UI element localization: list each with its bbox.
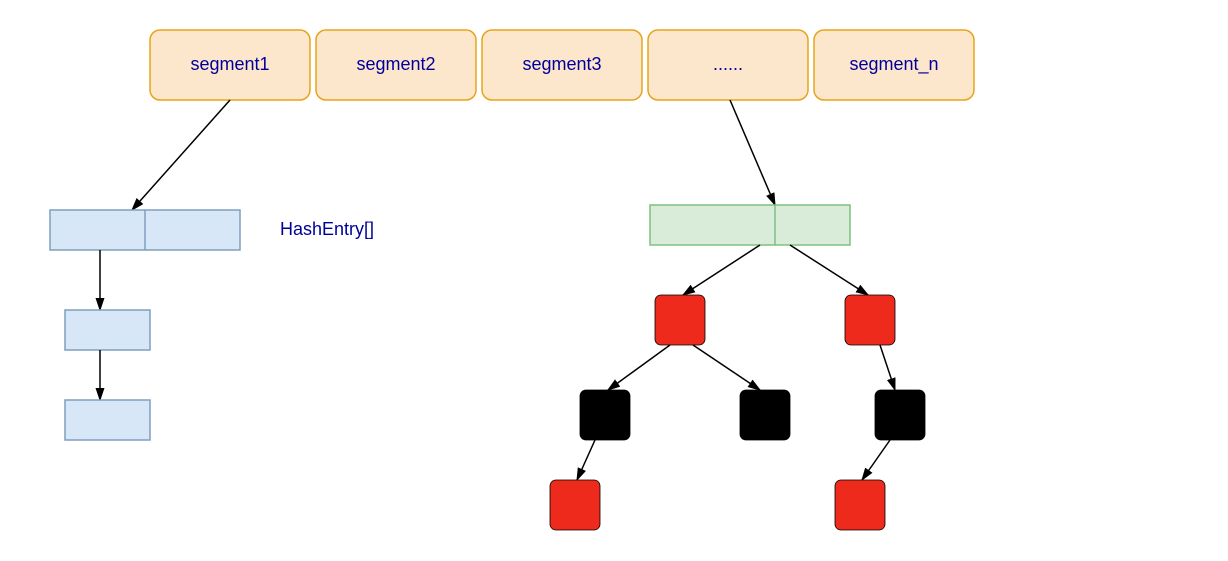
arrow-redL-to-blackM — [693, 345, 760, 390]
arrow-blackR-to-redBottomR — [862, 440, 890, 480]
tree-bin-right — [550, 205, 925, 530]
diagram-root: segment1 segment2 segment3 ...... segmen… — [0, 0, 1228, 561]
arrow-array-to-red-right — [790, 245, 868, 295]
tree-red-node-bottom-right — [835, 480, 885, 530]
tree-array-box — [650, 205, 850, 245]
arrow-seg1-to-hashentry — [132, 100, 230, 210]
tree-black-node-left — [580, 390, 630, 440]
arrow-seg4-to-green-array — [730, 100, 775, 205]
arrow-redR-to-blackR — [880, 345, 895, 390]
arrow-redL-to-blackL — [608, 345, 670, 390]
segment-ellipsis-label: ...... — [713, 54, 743, 74]
tree-black-node-right — [875, 390, 925, 440]
segment-1-label: segment1 — [190, 54, 269, 74]
segment-3-label: segment3 — [522, 54, 601, 74]
segment-2-label: segment2 — [356, 54, 435, 74]
segment-row: segment1 segment2 segment3 ...... segmen… — [150, 30, 974, 100]
arrow-array-to-red-left — [683, 245, 760, 295]
tree-black-node-middle — [740, 390, 790, 440]
hashentry-array-left: HashEntry[] — [50, 210, 374, 440]
tree-red-node-top-left — [655, 295, 705, 345]
list-node-1 — [65, 310, 150, 350]
hashentry-label: HashEntry[] — [280, 219, 374, 239]
tree-red-node-bottom-left — [550, 480, 600, 530]
arrow-blackL-to-redBottomL — [577, 440, 595, 480]
segment-n-label: segment_n — [849, 54, 938, 75]
tree-red-node-top-right — [845, 295, 895, 345]
list-node-2 — [65, 400, 150, 440]
